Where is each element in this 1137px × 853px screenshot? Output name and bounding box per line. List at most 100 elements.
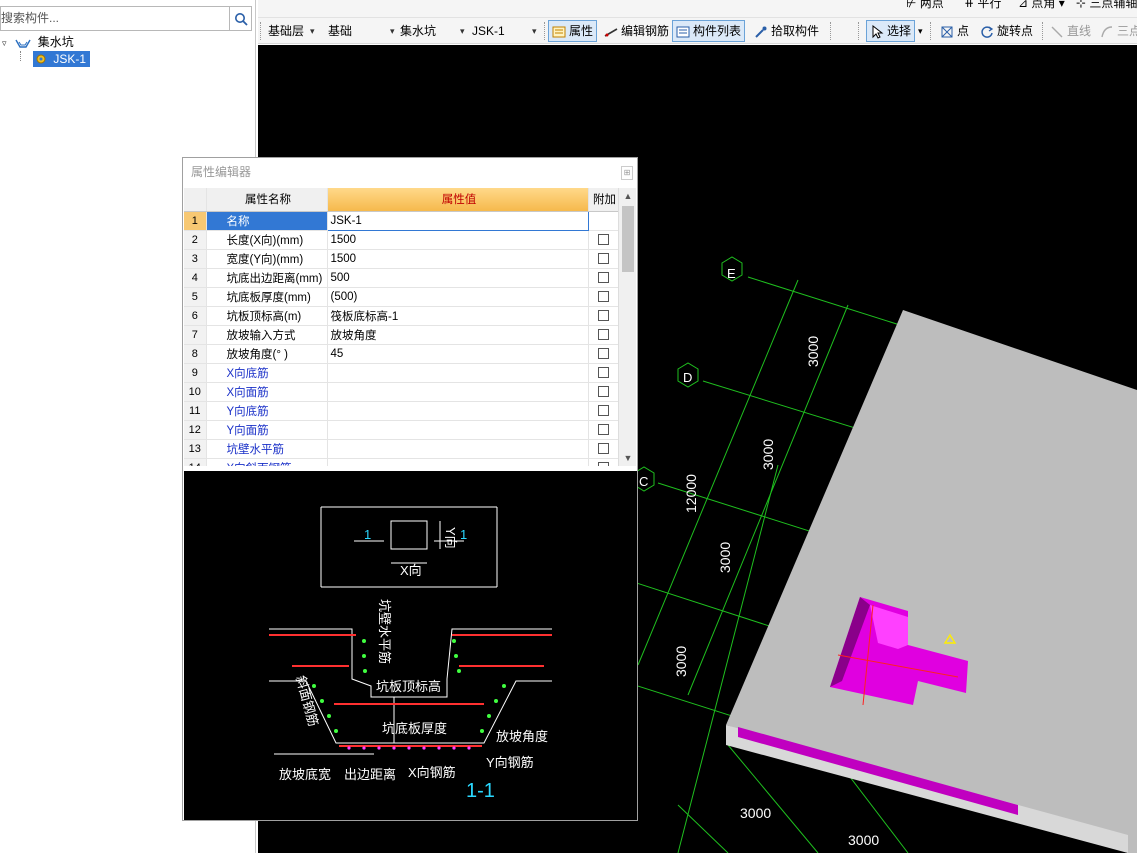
tree-item-jsk-1[interactable]: JSK-1 [20,51,91,67]
table-row[interactable]: 8 放坡角度(° ) 45 [184,344,618,364]
dimension-label: 3000 [717,542,733,573]
toolbar-separator [544,22,545,40]
extra-cell [588,306,618,326]
parallel-button[interactable]: ⧺ 平行 [964,0,1001,11]
two-point-button[interactable]: ⊬ 两点 [906,0,944,11]
property-name: Y向面筋 [206,420,328,440]
table-row[interactable]: 13 坑壁水平筋 [184,439,618,459]
category-select[interactable]: 基础 [328,20,398,42]
line-button[interactable]: 直线 [1046,20,1095,42]
arc-icon [1100,24,1114,38]
dimension-label: 3000 [848,832,879,848]
extra-checkbox[interactable] [597,347,609,359]
select-dropdown-icon[interactable]: ▾ [918,20,923,42]
property-value-field[interactable]: 筏板底标高-1 [327,306,589,326]
property-value-field[interactable]: (500) [327,287,589,307]
pick-component-button[interactable]: 拾取构件 [750,20,823,42]
component-list-button[interactable]: 构件列表 [672,20,746,42]
point-angle-button[interactable]: ⊿ 点角 ▾ [1018,0,1065,11]
extra-checkbox[interactable] [597,404,609,416]
scroll-down-icon[interactable]: ▼ [619,450,637,466]
toolbar-separator [830,22,831,40]
property-value-field[interactable]: JSK-1 [326,210,589,231]
rotate-icon [980,24,994,38]
wall-rebar-label: 坑壁水平筋 [377,599,392,664]
row-number: 13 [184,439,207,459]
tree-item-pit-category[interactable]: ▿ 集水坑 [2,34,74,50]
floor-select[interactable]: 基础层 [268,20,315,42]
property-value-field[interactable]: 500 [327,268,589,288]
table-row[interactable]: 5 坑底板厚度(mm) (500) [184,287,618,307]
raft-slab[interactable] [726,310,1137,853]
dimension-label: 3000 [805,336,821,367]
component-select-value: JSK-1 [472,24,505,38]
extra-checkbox[interactable] [597,461,609,466]
table-row[interactable]: 10 X向面筋 [184,382,618,402]
tree-child-label: JSK-1 [53,52,87,66]
property-value-field[interactable] [327,401,589,421]
dimension-label: 3000 [760,439,776,470]
point-icon [940,24,954,38]
column-header-extra: 附加 [588,188,618,212]
property-value-field[interactable]: 放坡角度 [327,325,589,345]
type-select[interactable]: 集水坑 [400,20,468,42]
table-row[interactable]: 7 放坡输入方式 放坡角度 [184,325,618,345]
extra-checkbox[interactable] [597,385,609,397]
extra-checkbox[interactable] [597,252,609,264]
scroll-up-icon[interactable]: ▲ [619,188,637,204]
extra-checkbox[interactable] [597,423,609,435]
property-button[interactable]: 属性 [548,20,598,42]
rotate-point-button[interactable]: 旋转点 [976,20,1037,42]
top-elevation-label: 坑板顶标高 [376,679,441,694]
search-icon[interactable] [230,6,252,31]
property-value-field[interactable] [327,363,589,383]
bottom-thickness-label: 坑底板厚度 [382,721,447,736]
row-number: 5 [184,287,207,307]
three-point-arc-button[interactable]: 三点 [1096,20,1137,42]
extra-checkbox[interactable] [597,233,609,245]
point-button[interactable]: 点 [936,20,973,42]
edit-rebar-button[interactable]: 编辑钢筋 [600,20,673,42]
property-value-field[interactable]: 1500 [327,249,589,269]
table-row[interactable]: 2 长度(X向)(mm) 1500 [184,230,618,250]
pin-icon[interactable]: ⊞ [621,166,633,180]
extra-cell [588,287,618,307]
property-icon [552,24,566,38]
line-label: 直线 [1067,24,1092,38]
search-input[interactable]: 搜索构件... [0,6,230,31]
table-row[interactable]: 9 X向底筋 [184,363,618,383]
rebar-icon [604,24,618,38]
table-row[interactable]: 1 名称 JSK-1 [184,210,618,231]
table-row[interactable]: 4 坑底出边距离(mm) 500 [184,268,618,288]
table-row[interactable]: 14X向斜面钢筋 [184,458,618,466]
property-value-field[interactable] [327,420,589,440]
property-value-field[interactable] [327,439,589,459]
property-value-field[interactable]: 45 [327,344,589,364]
property-name: X向面筋 [206,382,328,402]
extra-checkbox[interactable] [597,309,609,321]
extra-checkbox[interactable] [597,442,609,454]
table-row[interactable]: 3 宽度(Y向)(mm) 1500 [184,249,618,269]
scrollbar-thumb[interactable] [622,206,634,272]
table-row[interactable]: 11 Y向底筋 [184,401,618,421]
extra-checkbox[interactable] [597,328,609,340]
collapse-icon[interactable]: ▿ [2,35,12,51]
property-value-field[interactable] [327,382,589,402]
three-point-axis-button[interactable]: ⊹ 三点辅轴 [1076,0,1137,11]
extra-checkbox[interactable] [597,271,609,283]
extra-checkbox[interactable] [597,366,609,378]
table-row[interactable]: 6 坑板顶标高(m) 筏板底标高-1 [184,306,618,326]
row-number: 6 [184,306,207,326]
column-header-name: 属性名称 [206,188,328,212]
table-row[interactable]: 12 Y向面筋 [184,420,618,440]
property-value-field[interactable]: 1500 [327,230,589,250]
property-editor-title[interactable]: 属性编辑器 [183,158,637,187]
property-scrollbar[interactable]: ▲ ▼ [618,188,636,466]
row-number: 7 [184,325,207,345]
component-select[interactable]: JSK-1 [472,20,540,42]
property-value-field[interactable] [327,458,589,466]
select-button[interactable]: 选择 [866,20,916,42]
tree-selected-item[interactable]: JSK-1 [33,51,91,67]
property-name: 宽度(Y向)(mm) [206,249,328,269]
extra-checkbox[interactable] [597,290,609,302]
